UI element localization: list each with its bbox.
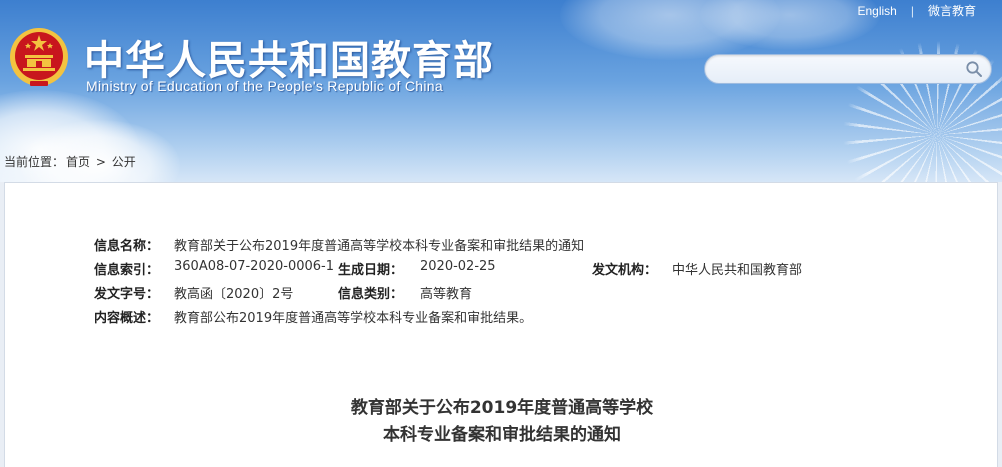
search-input[interactable] — [719, 60, 959, 78]
search-icon[interactable] — [965, 60, 983, 78]
category-value: 高等教育 — [420, 287, 473, 302]
issuer-value: 中华人民共和国教育部 — [672, 263, 803, 278]
docno-value: 教高函〔2020〕2号 — [174, 287, 294, 302]
name-value: 教育部关于公布2019年度普通高等学校本科专业备案和审批结果的通知 — [174, 239, 585, 254]
site-title-en: Ministry of Education of the People's Re… — [86, 78, 443, 94]
article-title-line2: 本科专业备案和审批结果的通知 — [383, 425, 621, 445]
breadcrumb: 当前位置： 首页 > 公开 — [4, 153, 138, 170]
breadcrumb-current[interactable]: 公开 — [112, 155, 136, 169]
article-title: 教育部关于公布2019年度普通高等学校 本科专业备案和审批结果的通知 — [5, 395, 999, 449]
issuer-label: 发文机构： — [592, 263, 658, 278]
article-title-line1: 教育部关于公布2019年度普通高等学校 — [350, 398, 654, 418]
name-label: 信息名称： — [94, 239, 160, 254]
english-link[interactable]: English — [858, 4, 897, 18]
docno-label: 发文字号： — [94, 287, 160, 302]
link-separator: | — [910, 3, 914, 18]
site-header: 中华人民共和国教育部 Ministry of Education of the … — [0, 0, 1002, 182]
index-label: 信息索引： — [94, 263, 160, 278]
breadcrumb-home-link[interactable]: 首页 — [66, 155, 90, 169]
top-links: English | 微言教育 — [858, 2, 977, 19]
weibo-link[interactable]: 微言教育 — [928, 2, 976, 19]
breadcrumb-separator: > — [95, 155, 106, 169]
search-box — [704, 54, 992, 84]
date-value: 2020-02-25 — [420, 259, 496, 274]
breadcrumb-label: 当前位置： — [4, 155, 65, 169]
national-emblem-icon — [10, 28, 68, 86]
category-label: 信息类别： — [338, 287, 404, 302]
index-value: 360A08-07-2020-0006-1 — [174, 259, 334, 274]
summary-label: 内容概述： — [94, 311, 160, 326]
content-panel: 信息名称： 教育部关于公布2019年度普通高等学校本科专业备案和审批结果的通知 … — [4, 182, 998, 467]
date-label: 生成日期： — [338, 263, 404, 278]
summary-value: 教育部公布2019年度普通高等学校本科专业备案和审批结果。 — [174, 311, 533, 326]
